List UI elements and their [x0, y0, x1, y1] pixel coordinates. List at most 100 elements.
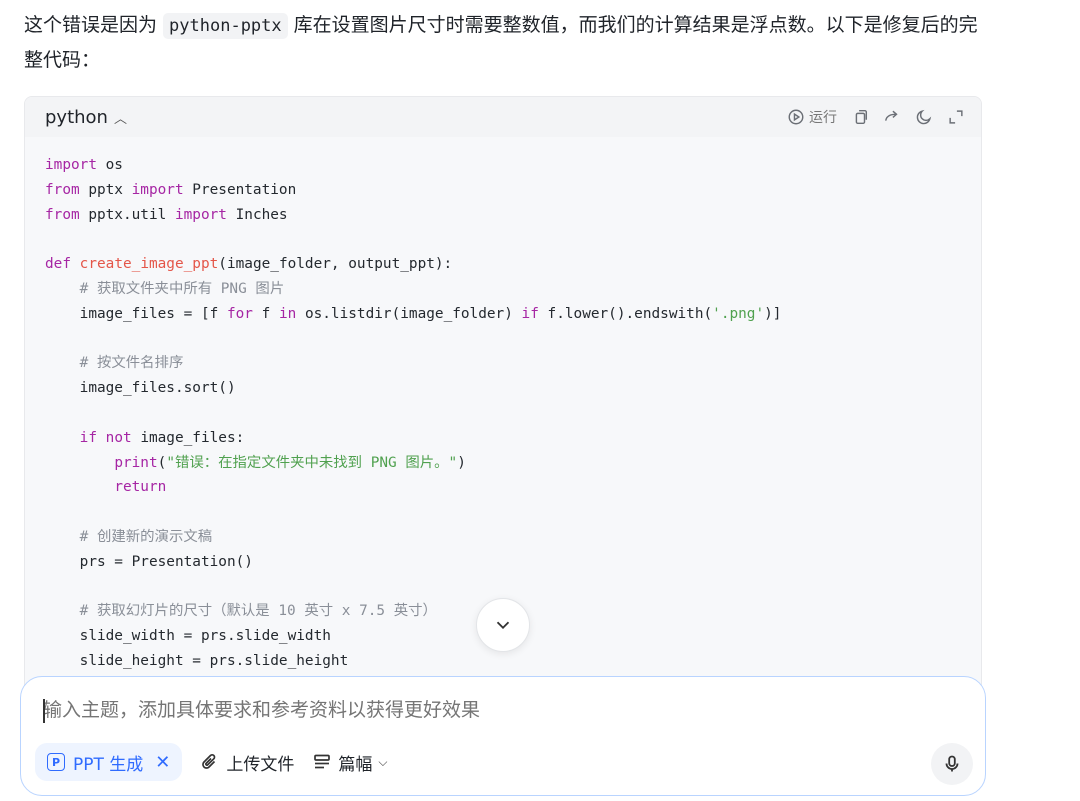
scroll-down-button[interactable]: [476, 598, 530, 652]
chevron-up-icon: ︿: [113, 111, 127, 127]
code-token: image_files = [f: [45, 305, 227, 322]
code-token: '.png': [712, 305, 765, 322]
code-token: from: [45, 181, 80, 198]
composer-options: P PPT 生成 ✕ 上传文件 篇幅 ⌵: [35, 743, 388, 781]
run-label: 运行: [809, 110, 837, 126]
code-token: slide_width = prs.slide_width: [45, 628, 331, 645]
code-line: if not image_files:: [45, 426, 961, 451]
code-line: # 创建新的演示文稿: [45, 525, 961, 550]
copy-button[interactable]: [851, 108, 869, 126]
ppt-chip-label: PPT 生成: [73, 754, 144, 775]
ppt-mode-chip[interactable]: P PPT 生成 ✕: [35, 743, 183, 781]
chevron-down-icon: ⌵: [378, 754, 388, 769]
code-token: not: [105, 429, 132, 446]
code-token: # 获取文件夹中所有 PNG 图片: [79, 280, 285, 297]
code-token: if: [521, 305, 539, 322]
code-token: import: [45, 157, 97, 173]
code-token: )]: [764, 305, 782, 322]
code-token: image_files:: [131, 429, 245, 446]
code-line: print("错误：在指定文件夹中未找到 PNG 图片。"): [45, 451, 961, 476]
upload-file-button[interactable]: 上传文件: [200, 743, 294, 781]
ppt-icon: P: [47, 753, 65, 771]
language-toggle[interactable]: python ︿: [45, 107, 127, 128]
code-line: # 获取文件夹中所有 PNG 图片: [45, 277, 961, 302]
close-icon[interactable]: ✕: [155, 752, 170, 773]
code-token: print: [114, 454, 158, 471]
code-token: f: [252, 305, 279, 322]
code-line: import os: [45, 153, 961, 178]
share-button[interactable]: [883, 108, 901, 126]
text-lines-icon: [314, 754, 331, 769]
code-token: import: [131, 181, 184, 198]
code-token: Presentation: [183, 181, 297, 198]
length-label: 篇幅: [338, 754, 373, 775]
code-token: in: [278, 305, 297, 322]
code-token: if: [79, 429, 97, 446]
moon-icon: [916, 109, 932, 125]
microphone-button[interactable]: [931, 743, 973, 785]
code-line: prs = Presentation(): [45, 550, 961, 575]
code-token: def: [45, 256, 71, 273]
code-header: python ︿ 运行: [25, 97, 981, 137]
code-token: pptx: [79, 181, 132, 198]
theme-toggle-button[interactable]: [915, 108, 933, 126]
share-icon: [884, 110, 898, 121]
code-token: from: [45, 206, 80, 223]
upload-label: 上传文件: [226, 754, 295, 775]
intro-text-1: 这个错误是因为: [24, 14, 164, 36]
language-label: python: [45, 106, 108, 128]
intro-paragraph: 这个错误是因为 python-pptx 库在设置图片尺寸时需要整数值，而我们的计…: [24, 8, 984, 77]
prompt-input[interactable]: [43, 695, 943, 725]
text-caret: [43, 699, 45, 723]
code-token: import: [174, 206, 227, 223]
code-token: create_image_ppt: [79, 256, 219, 273]
code-line: slide_height = prs.slide_height: [45, 649, 961, 674]
code-line: return: [45, 475, 961, 500]
code-token: # 按文件名排序: [79, 355, 184, 372]
code-token: image_files.sort(): [45, 380, 236, 397]
code-line: def create_image_ppt(image_folder, outpu…: [45, 252, 961, 277]
code-line: image_files = [f for f in os.listdir(ima…: [45, 302, 961, 327]
run-button[interactable]: 运行: [787, 107, 837, 127]
code-token: "错误：在指定文件夹中未找到 PNG 图片。": [166, 454, 458, 471]
play-icon: [788, 109, 804, 125]
expand-button[interactable]: [947, 108, 965, 126]
code-token: f.lower().endswith(: [538, 305, 713, 322]
code-line: # 按文件名排序: [45, 351, 961, 376]
code-token: slide_height = prs.slide_height: [45, 652, 349, 669]
code-line: image_files.sort(): [45, 376, 961, 401]
code-token: # 创建新的演示文稿: [79, 528, 213, 545]
code-token: ): [457, 454, 466, 471]
copy-icon: [855, 109, 868, 125]
expand-icon: [949, 110, 963, 124]
code-token: prs = Presentation(): [45, 553, 253, 570]
code-token: (: [157, 454, 167, 471]
microphone-icon: [945, 755, 959, 772]
inline-code: python-pptx: [163, 13, 288, 39]
code-token: os.listdir(image_folder): [296, 305, 522, 322]
length-dropdown[interactable]: 篇幅 ⌵: [312, 743, 388, 781]
code-token: (image_folder, output_ppt):: [218, 256, 453, 273]
code-token: # 获取幻灯片的尺寸（默认是 10 英寸 x 7.5 英寸）: [79, 603, 437, 620]
code-line: from pptx import Presentation: [45, 178, 961, 203]
code-token: os: [96, 157, 123, 173]
chevron-down-icon: [496, 621, 510, 630]
code-token: for: [226, 305, 253, 322]
code-token: Inches: [226, 206, 288, 223]
code-token: return: [114, 479, 167, 496]
code-token: pptx.util: [79, 206, 175, 223]
